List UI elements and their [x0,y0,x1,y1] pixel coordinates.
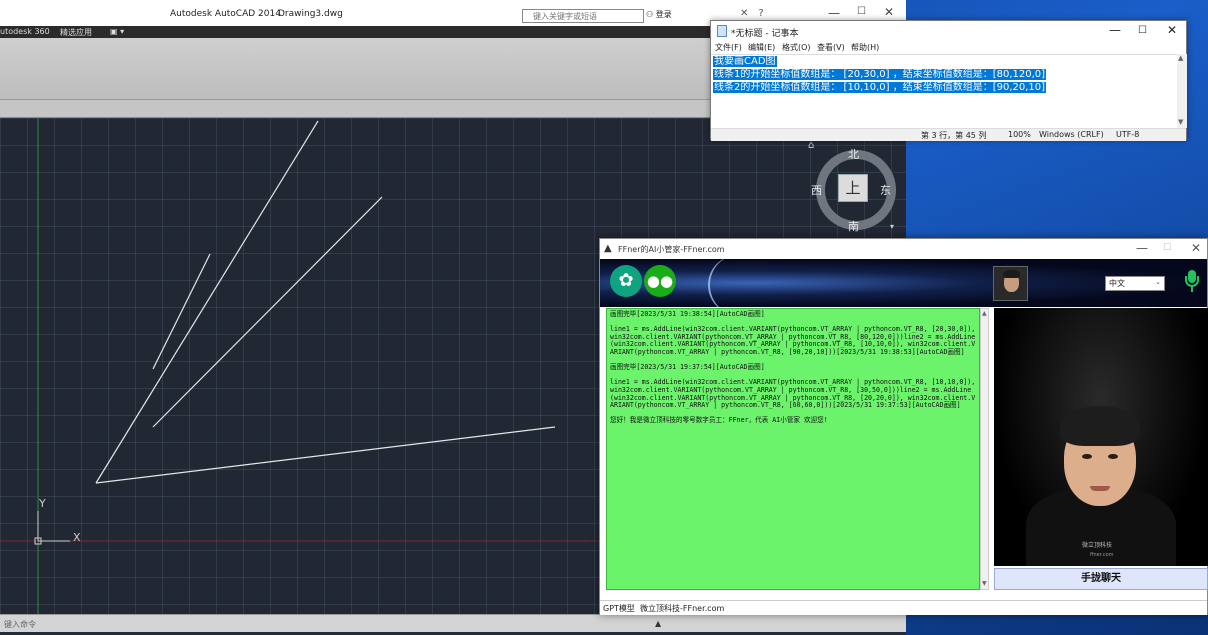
viewcube[interactable]: ⌂ 上 北 南 东 西 ▾ [808,138,906,238]
avatar-eye [1082,454,1092,459]
model-label: GPT模型 [603,604,635,613]
digital-human-video: 微立顶科技 ffner.com [994,308,1208,566]
chat-message: line1 = ms.AddLine(win32com.client.VARIA… [610,378,980,410]
notepad-app-icon [717,25,727,37]
menu-autodesk-360[interactable]: utodesk 360 [0,27,50,36]
autocad-close-button[interactable]: ✕ [884,5,894,19]
mic-arc [1185,276,1199,287]
encoding: UTF-8 [1116,130,1140,139]
selected-text: 线条1的开始坐标值数组是： [20,30,0] ，结束坐标值数组是：[80,12… [713,69,1047,80]
company-label: 微立顶科技-FFner.com [640,604,725,613]
menu-featured-apps[interactable]: 精选应用 [60,27,92,38]
notepad-text-area[interactable]: 我要画CAD图 线条1的开始坐标值数组是： [20,30,0] ，结束坐标值数组… [711,54,1177,128]
notepad-line: 我要画CAD图 [713,55,1177,68]
selected-text: 线条2的开始坐标值数组是： [10,10,0] ，结束坐标值数组是：[90,20… [713,82,1047,93]
notepad-line: 线条2的开始坐标值数组是： [10,10,0] ，结束坐标值数组是：[90,20… [713,81,1177,94]
autocad-login-button[interactable]: ⚇ 登录 [646,9,672,20]
avatar-eye [1108,454,1118,459]
ucs-y-label: Y [38,497,46,510]
compass-south[interactable]: 南 [848,218,859,234]
user-icon: ⚇ [646,10,656,19]
viewcube-top-face[interactable]: 上 [838,174,868,202]
selected-text: 我要画CAD图 [713,56,777,67]
avatar[interactable] [993,266,1028,301]
notepad-window: *无标题 - 记事本 — ☐ ✕ 文件(F) 编辑(E) 格式(O) 查看(V)… [710,20,1187,141]
ffner-logo-icon: ▲ [604,243,612,254]
avatar-mouth [1090,486,1110,491]
shirt-brand-text: 微立顶科技 [1082,542,1113,549]
cad-line[interactable] [152,196,383,428]
autocad-document-name: Drawing3.dwg [278,9,343,19]
zoom-level: 100% [1008,130,1031,139]
avatar-hair-large [1060,406,1140,446]
home-icon[interactable]: ⌂ [808,140,814,151]
shirt-site-text: ffner.com [1090,552,1114,558]
scroll-down-icon[interactable]: ▼ [1178,118,1183,126]
language-select[interactable]: 中文 ⌄ [1105,276,1165,291]
notepad-menu-edit[interactable]: 编辑(E) [748,42,775,53]
chat-log[interactable]: 画图完毕[2023/5/31 19:38:54][AutoCAD画图] line… [606,308,980,590]
ffner-window: ▲ FFner的AI小管家-FFner.com — ☐ ✕ ✿ ●● 中文 ⌄ … [599,238,1208,615]
ffner-header: ✿ ●● 中文 ⌄ [600,259,1207,307]
ffner-titlebar: ▲ FFner的AI小管家-FFner.com — ☐ ✕ [600,239,1207,259]
chat-message: line1 = ms.AddLine(win32com.client.VARIA… [610,325,980,356]
notepad-title: *无标题 - 记事本 [731,29,799,39]
menu-extra-icon[interactable]: ▣ ▾ [110,27,124,36]
notepad-minimize-button[interactable]: — [1109,23,1121,37]
manual-chat-button[interactable]: 手拢聊天 [994,568,1208,590]
avatar-hair [1003,270,1020,278]
notepad-vertical-scrollbar[interactable]: ▲ ▼ [1177,54,1187,128]
compass-north[interactable]: 北 [848,146,859,162]
compass-west[interactable]: 西 [811,182,822,198]
notepad-menu-format[interactable]: 格式(O) [782,42,811,53]
language-value: 中文 [1109,279,1125,288]
command-line-dropdown-icon[interactable]: ▲ [655,619,661,628]
notepad-menu-file[interactable]: 文件(F) [715,42,742,53]
exchange-icon[interactable]: ✕ [740,8,758,19]
viewcube-menu-icon[interactable]: ▾ [890,222,894,231]
ucs-x-label: X [73,531,81,544]
scroll-down-icon[interactable]: ▼ [982,580,987,587]
line-ending: Windows (CRLF) [1039,130,1104,139]
cad-line[interactable] [95,120,319,484]
scroll-up-icon[interactable]: ▲ [982,310,987,317]
mic-stem [1191,287,1193,292]
notepad-titlebar: *无标题 - 记事本 — ☐ ✕ [711,21,1186,41]
autocad-maximize-button[interactable]: ☐ [857,6,866,17]
decorative-streak [708,259,768,307]
notepad-menu-view[interactable]: 查看(V) [817,42,845,53]
autocad-toolbar-icons[interactable]: ✕? [740,8,774,19]
scroll-up-icon[interactable]: ▲ [1178,54,1183,62]
autocad-minimize-button[interactable]: — [828,6,840,20]
chat-message: 您好！我是微立顶科技的零号数字员工：FFner，代表 AI小管家 欢迎您! [610,416,828,425]
chevron-down-icon: ⌄ [1155,278,1161,286]
autocad-app-title: Autodesk AutoCAD 2014 [170,9,281,19]
login-label: 登录 [655,10,672,19]
chatgpt-icon[interactable]: ✿ [610,265,642,297]
notepad-menu-help[interactable]: 帮助(H) [851,42,879,53]
cursor-position: 第 3 行，第 45 列 [921,131,987,140]
chat-message: 画图完毕[2023/5/31 19:38:54][AutoCAD画图] [610,310,765,318]
ffner-status-bar: GPT模型 微立顶科技-FFner.com [600,600,1207,615]
notepad-close-button[interactable]: ✕ [1167,23,1177,37]
cad-line[interactable] [95,426,556,484]
ffner-close-button[interactable]: ✕ [1191,241,1201,255]
compass-east[interactable]: 东 [880,182,891,198]
notepad-status-bar: 第 3 行，第 45 列 100% Windows (CRLF) UTF-8 [711,128,1186,141]
chat-vertical-scrollbar[interactable]: ▲ ▼ [980,308,989,590]
autocad-status-bar [664,614,906,632]
ffner-minimize-button[interactable]: — [1136,241,1148,255]
chat-message: 画图完毕[2023/5/31 19:37:54][AutoCAD画图] [610,363,765,372]
autocad-command-line[interactable]: 键入命令 [0,614,664,632]
notepad-line: 线条1的开始坐标值数组是： [20,30,0] ，结束坐标值数组是：[80,12… [713,68,1177,81]
autocad-search-input[interactable]: 键入关键字或短语 [522,9,644,23]
microphone-icon[interactable] [1185,270,1199,296]
ffner-title: FFner的AI小管家-FFner.com [618,245,725,254]
ffner-maximize-button[interactable]: ☐ [1163,243,1171,253]
wechat-icon[interactable]: ●● [644,265,676,297]
notepad-menubar: 文件(F) 编辑(E) 格式(O) 查看(V) 帮助(H) [711,41,1186,54]
notepad-maximize-button[interactable]: ☐ [1138,25,1147,36]
help-icon[interactable]: ? [758,8,773,19]
